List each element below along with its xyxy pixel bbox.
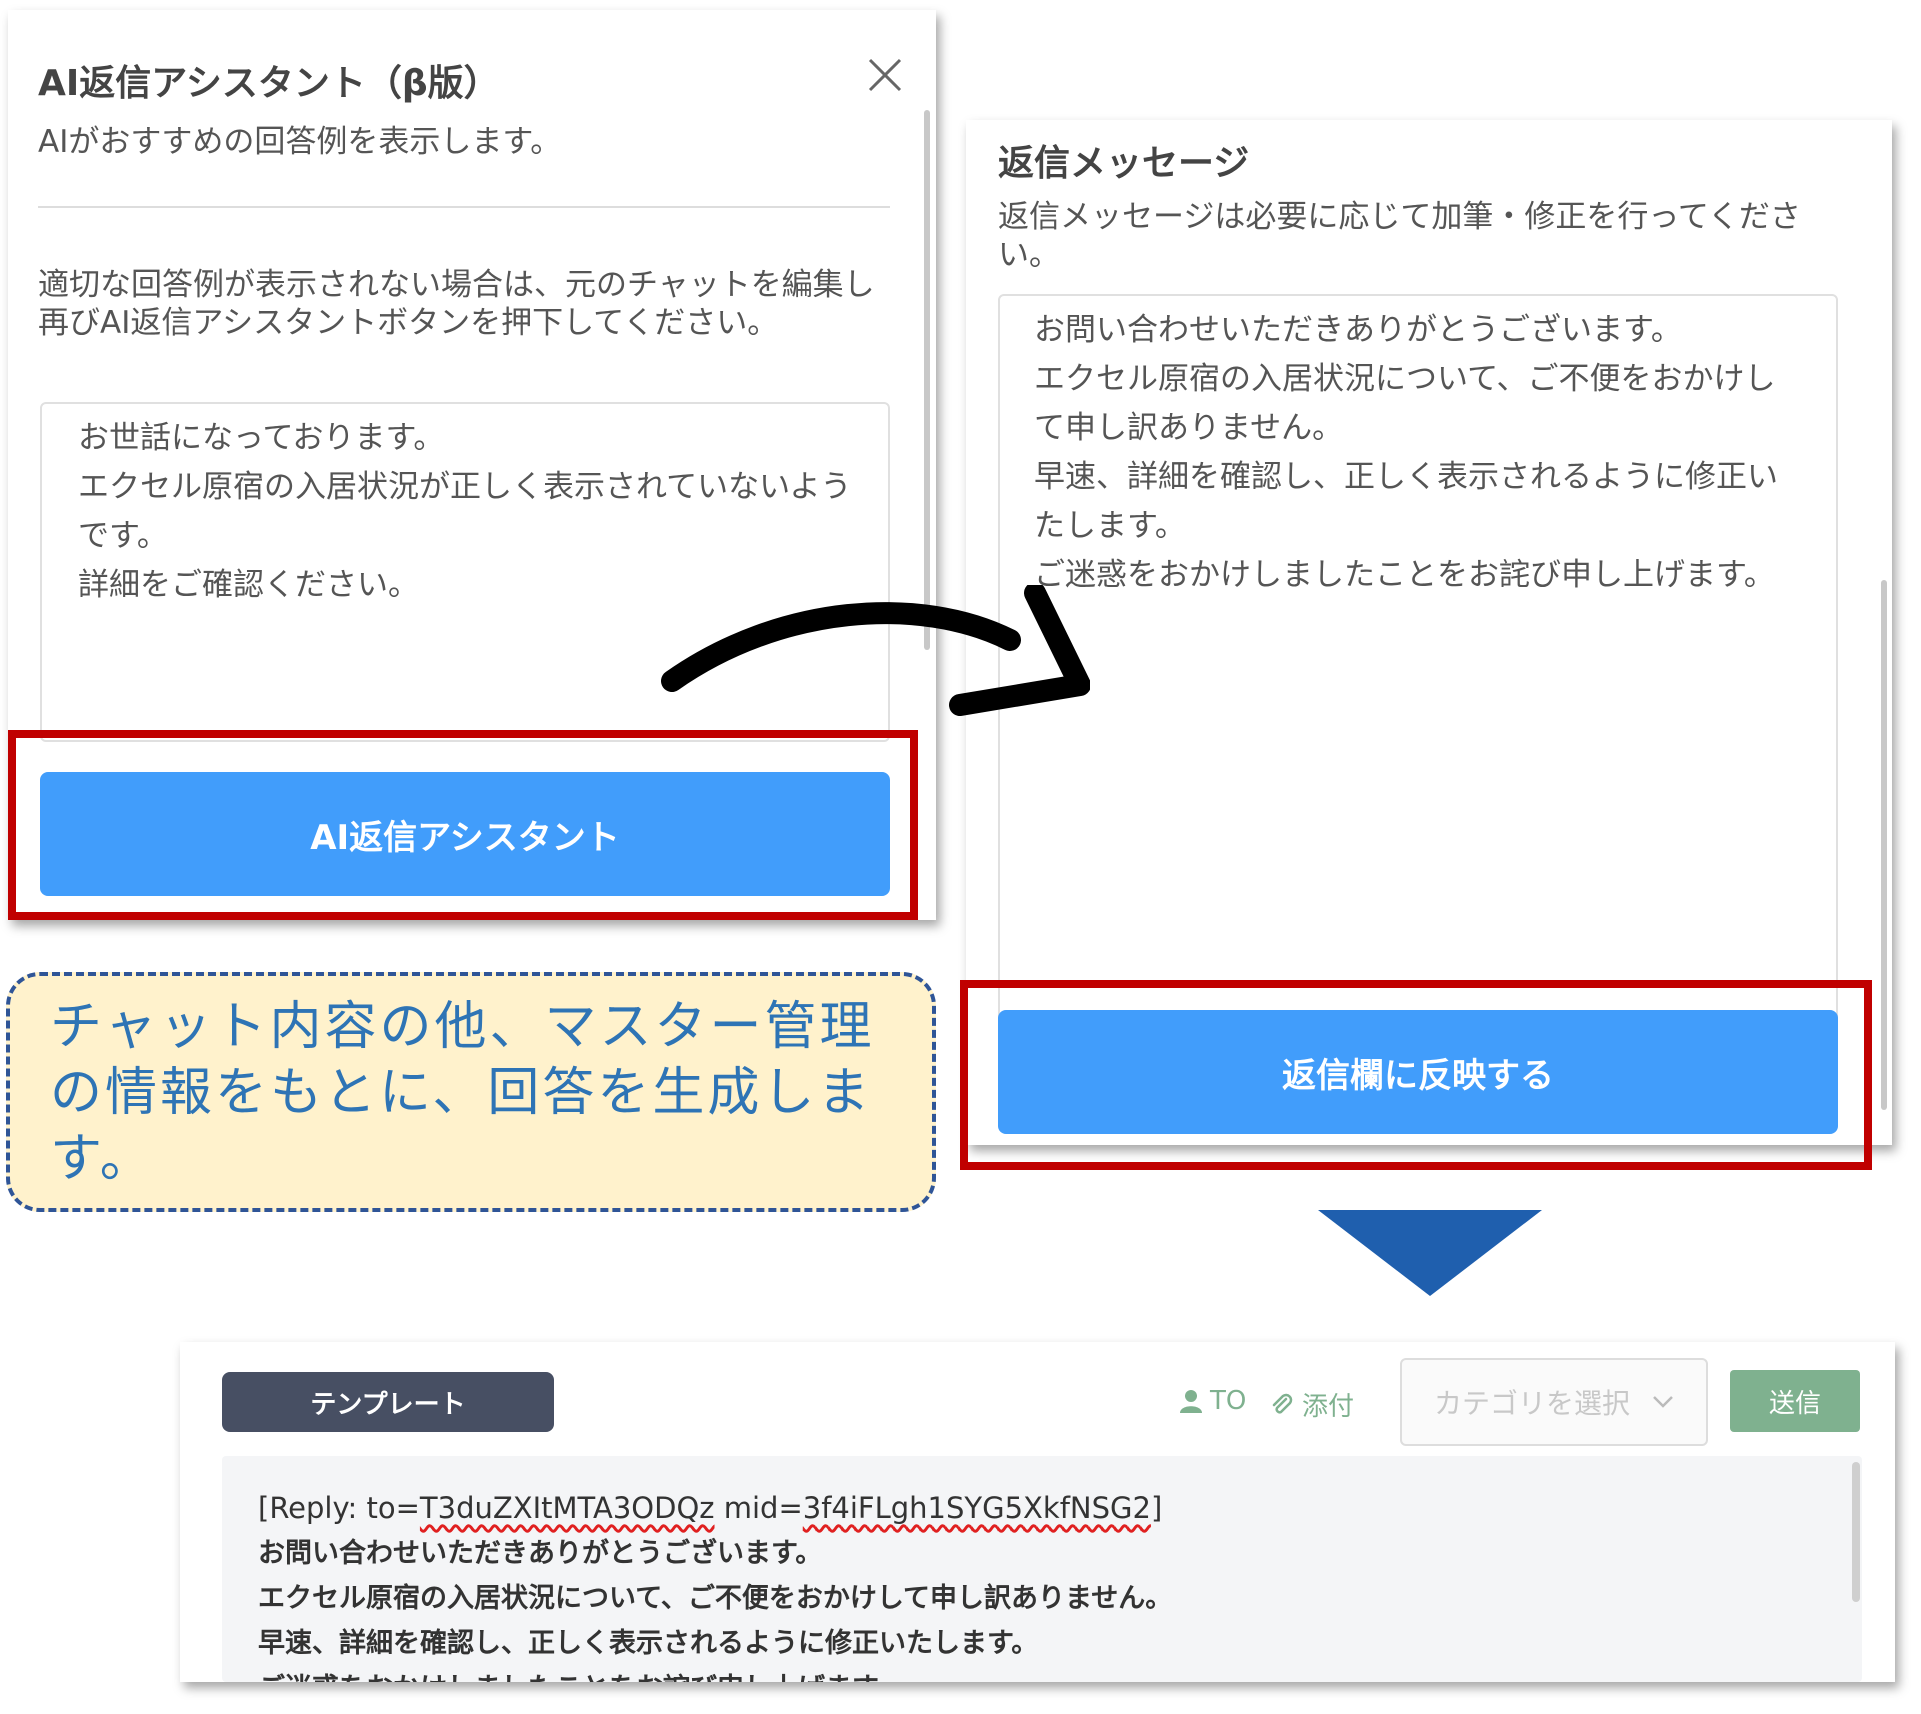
to-label: TO (1210, 1386, 1247, 1416)
chat-composer: テンプレート TO 添付 カテゴリを選択 送信 [Reply: to=T3duZ… (180, 1342, 1895, 1682)
explanation-callout: チャット内容の他、マスター管理の情報をもとに、回答を生成します。 (6, 972, 936, 1212)
highlight-frame (8, 730, 918, 920)
down-triangle-icon (1318, 1210, 1542, 1296)
curved-arrow-icon (661, 585, 1090, 716)
divider (38, 206, 890, 208)
composer-line: 早速、詳細を確認し、正しく表示されるように修正いたします。 (258, 1628, 1039, 1659)
paperclip-icon (1272, 1393, 1293, 1414)
send-button[interactable]: 送信 (1730, 1370, 1860, 1432)
ai-panel-title: AI返信アシスタント（β版） (38, 63, 500, 104)
reply-mid-label: mid= (714, 1491, 803, 1525)
reply-header: [Reply: to=T3duZXItMTA3ODQz mid=3f4iFLgh… (258, 1486, 1826, 1531)
ai-panel-hint: 適切な回答例が表示されない場合は、元のチャットを編集し再びAI返信アシスタントボ… (38, 267, 875, 341)
category-select[interactable]: カテゴリを選択 (1400, 1358, 1708, 1446)
attach-label: 添付 (1302, 1392, 1355, 1422)
reply-prefix: [Reply: to= (258, 1491, 420, 1525)
scrollbar[interactable] (924, 110, 930, 650)
close-icon[interactable] (860, 50, 910, 100)
attach-button[interactable]: 添付 (1270, 1386, 1354, 1423)
scrollbar[interactable] (1881, 580, 1887, 1110)
chevron-down-icon (1653, 1396, 1673, 1408)
category-placeholder: カテゴリを選択 (1434, 1387, 1631, 1420)
ai-panel-subtitle: AIがおすすめの回答例を表示します。 (38, 124, 562, 160)
reply-to-id: T3duZXItMTA3ODQz (419, 1491, 715, 1525)
to-button[interactable]: TO (1180, 1386, 1246, 1416)
user-icon (1180, 1390, 1202, 1413)
composer-line: お問い合わせいただきありがとうございます。 (258, 1538, 823, 1569)
template-button[interactable]: テンプレート (222, 1372, 554, 1432)
composer-line: ご迷惑をおかけしましたことをお詫び申し上げます。 (258, 1666, 1826, 1682)
composer-textarea[interactable]: [Reply: to=T3duZXItMTA3ODQz mid=3f4iFLgh… (222, 1456, 1862, 1682)
reply-mid-id: 3f4iFLgh1SYG5XkfNSG2 (802, 1491, 1151, 1525)
composer-line: エクセル原宿の入居状況について、ご不便をおかけして申し訳ありません。 (258, 1583, 1173, 1614)
apply-to-reply-button[interactable]: 返信欄に反映する (998, 1010, 1838, 1134)
reply-panel-title: 返信メッセージ (998, 143, 1250, 184)
reply-panel-description: 返信メッセージは必要に応じて加筆・修正を行ってください。 (998, 199, 1801, 273)
scrollbar[interactable] (1852, 1462, 1860, 1602)
reply-suffix: ] (1150, 1491, 1163, 1525)
